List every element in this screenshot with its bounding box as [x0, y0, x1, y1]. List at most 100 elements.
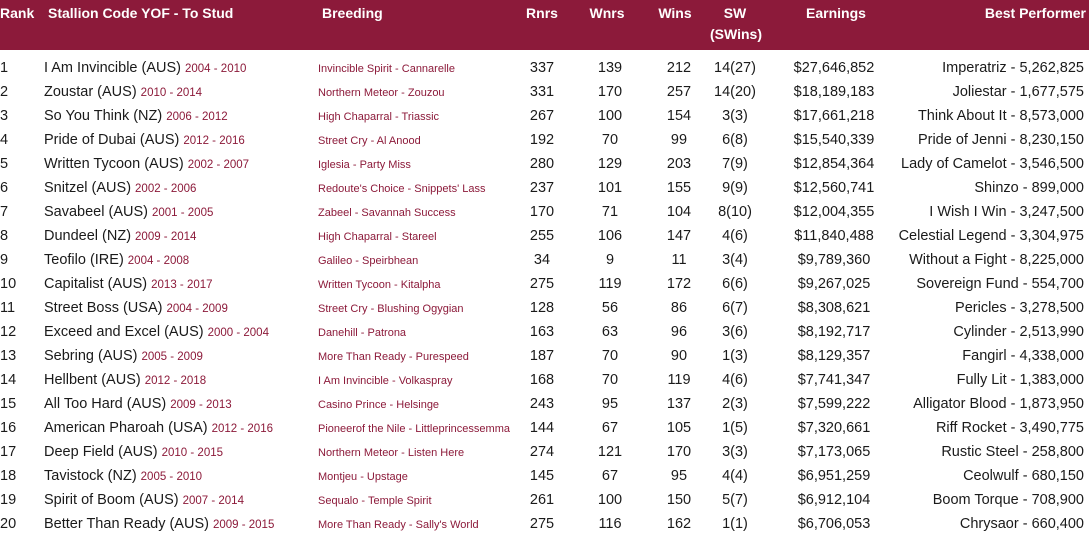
wins-cell: 212	[666, 60, 692, 76]
rank-cell: 10	[0, 276, 17, 292]
winners-cell: 101	[597, 180, 623, 196]
earnings-cell: $8,129,357	[797, 348, 871, 364]
earnings-cell: $11,840,488	[794, 228, 874, 244]
winners-cell: 95	[601, 396, 619, 412]
header-swins: (SWins)	[710, 26, 762, 42]
wins-cell: 162	[666, 516, 692, 532]
best-performer-cell: Ceolwulf - 680,150	[963, 468, 1084, 484]
stallion-name: I Am Invincible (AUS)	[44, 60, 181, 76]
runners-cell: 163	[529, 324, 555, 340]
earnings-cell: $15,540,339	[793, 132, 875, 148]
breeding-cell: Invincible Spirit - Cannarelle	[318, 63, 455, 75]
rank-cell: 17	[0, 444, 17, 460]
runners-cell: 168	[529, 372, 555, 388]
best-performer-cell: Sovereign Fund - 554,700	[916, 276, 1084, 292]
winners-cell: 67	[601, 468, 619, 484]
best-performer-cell: Lady of Camelot - 3,546,500	[901, 156, 1084, 172]
table-row: 12 Exceed and Excel (AUS) 2000 - 2004 Daneh…	[0, 320, 1089, 344]
stallion-cell: Written Tycoon (AUS) 2002 - 2007	[44, 156, 249, 172]
header-stallion: Stallion Code YOF - To Stud	[48, 5, 234, 21]
rank-cell: 3	[0, 108, 9, 124]
rank-cell: 14	[0, 372, 17, 388]
stallion-cell: All Too Hard (AUS) 2009 - 2013	[44, 396, 232, 412]
stallion-name: Street Boss (USA)	[44, 300, 163, 316]
winners-cell: 9	[605, 252, 615, 268]
wins-cell: 105	[666, 420, 692, 436]
breeding-cell: Redoute's Choice - Snippets' Lass	[318, 183, 486, 195]
stallion-cell: Snitzel (AUS) 2002 - 2006	[44, 180, 196, 196]
stallion-yof: 2012 - 2018	[144, 375, 207, 387]
stallion-name: Exceed and Excel (AUS)	[44, 324, 204, 340]
winners-cell: 70	[601, 348, 619, 364]
table-row: 17 Deep Field (AUS) 2010 - 2015 Northern Me…	[0, 440, 1089, 464]
runners-cell: 255	[529, 228, 555, 244]
earnings-cell: $7,320,661	[797, 420, 871, 436]
stakes-winners-cell: 3(4)	[722, 252, 748, 268]
stallion-name: So You Think (NZ)	[44, 108, 163, 124]
best-performer-cell: Imperatriz - 5,262,825	[942, 60, 1084, 76]
table-row: 4 Pride of Dubai (AUS) 2012 - 2016 Street C…	[0, 128, 1089, 152]
rank-cell: 12	[0, 324, 17, 340]
stallion-cell: Spirit of Boom (AUS) 2007 - 2014	[44, 492, 244, 508]
wins-cell: 203	[666, 156, 692, 172]
table-header: Rank Stallion Code YOF - To Stud Breedin…	[0, 0, 1089, 50]
wins-cell: 172	[666, 276, 692, 292]
earnings-cell: $7,599,222	[797, 396, 871, 412]
rank-cell: 4	[0, 132, 9, 148]
stakes-winners-cell: 4(6)	[722, 228, 748, 244]
table-row: 15 All Too Hard (AUS) 2009 - 2013 Casino Pr…	[0, 392, 1089, 416]
breeding-cell: I Am Invincible - Volkaspray	[318, 375, 453, 387]
stallion-cell: American Pharoah (USA) 2012 - 2016	[44, 420, 273, 436]
breeding-cell: Zabeel - Savannah Success	[318, 207, 456, 219]
table-row: 9 Teofilo (IRE) 2004 - 2008 Galileo - Speir…	[0, 248, 1089, 272]
runners-cell: 280	[529, 156, 555, 172]
breeding-cell: Street Cry - Blushing Ogygian	[318, 303, 464, 315]
breeding-cell: Northern Meteor - Listen Here	[318, 447, 465, 459]
winners-cell: 71	[601, 204, 619, 220]
header-rnrs: Rnrs	[526, 5, 558, 21]
stallion-cell: Tavistock (NZ) 2005 - 2010	[44, 468, 202, 484]
rank-cell: 1	[0, 60, 9, 76]
rank-cell: 19	[0, 492, 17, 508]
stallion-name: Savabeel (AUS)	[44, 204, 148, 220]
winners-cell: 63	[601, 324, 619, 340]
stallion-yof: 2004 - 2009	[166, 303, 228, 315]
earnings-cell: $12,560,741	[793, 180, 875, 196]
stakes-winners-cell: 8(10)	[718, 204, 752, 220]
earnings-cell: $6,706,053	[797, 516, 871, 532]
breeding-cell: High Chaparral - Triassic	[318, 111, 440, 123]
winners-cell: 121	[597, 444, 623, 460]
rank-cell: 11	[0, 300, 16, 316]
best-performer-cell: Alligator Blood - 1,873,950	[913, 396, 1084, 412]
best-performer-cell: Shinzo - 899,000	[974, 180, 1084, 196]
wins-cell: 170	[666, 444, 692, 460]
wins-cell: 147	[666, 228, 692, 244]
stakes-winners-cell: 3(3)	[722, 444, 748, 460]
breeding-cell: Sequalo - Temple Spirit	[318, 495, 432, 507]
stallion-yof: 2004 - 2008	[127, 255, 190, 267]
runners-cell: 187	[529, 348, 555, 364]
stallion-name: Teofilo (IRE)	[44, 252, 124, 268]
best-performer-cell: Joliestar - 1,677,575	[952, 84, 1084, 100]
table-row: 18 Tavistock (NZ) 2005 - 2010 Montjeu - Ups…	[0, 464, 1089, 488]
table-row: 6 Snitzel (AUS) 2002 - 2006 Redoute's Choic…	[0, 176, 1089, 200]
earnings-cell: $12,004,355	[793, 204, 875, 220]
breeding-cell: Casino Prince - Helsinge	[318, 399, 440, 411]
wins-cell: 137	[666, 396, 692, 412]
breeding-cell: Montjeu - Upstage	[318, 471, 408, 483]
stallion-yof: 2010 - 2015	[161, 447, 224, 459]
stakes-winners-cell: 3(6)	[722, 324, 748, 340]
earnings-cell: $8,308,621	[797, 300, 871, 316]
stallion-yof: 2013 - 2017	[151, 279, 213, 291]
stakes-winners-cell: 6(7)	[722, 300, 748, 316]
stallion-cell: So You Think (NZ) 2006 - 2012	[44, 108, 228, 124]
stallion-name: Tavistock (NZ)	[44, 468, 137, 484]
table-row: 5 Written Tycoon (AUS) 2002 - 2007 Iglesia …	[0, 152, 1089, 176]
rank-cell: 20	[0, 516, 17, 532]
stallion-cell: Exceed and Excel (AUS) 2000 - 2004	[44, 324, 269, 340]
earnings-cell: $9,267,025	[797, 276, 871, 292]
header-wins: Wins	[658, 5, 692, 21]
table-row: 16 American Pharoah (USA) 2012 - 2016 Pione…	[0, 416, 1089, 440]
table-row: 7 Savabeel (AUS) 2001 - 2005 Zabeel - Savan…	[0, 200, 1089, 224]
runners-cell: 274	[529, 444, 555, 460]
